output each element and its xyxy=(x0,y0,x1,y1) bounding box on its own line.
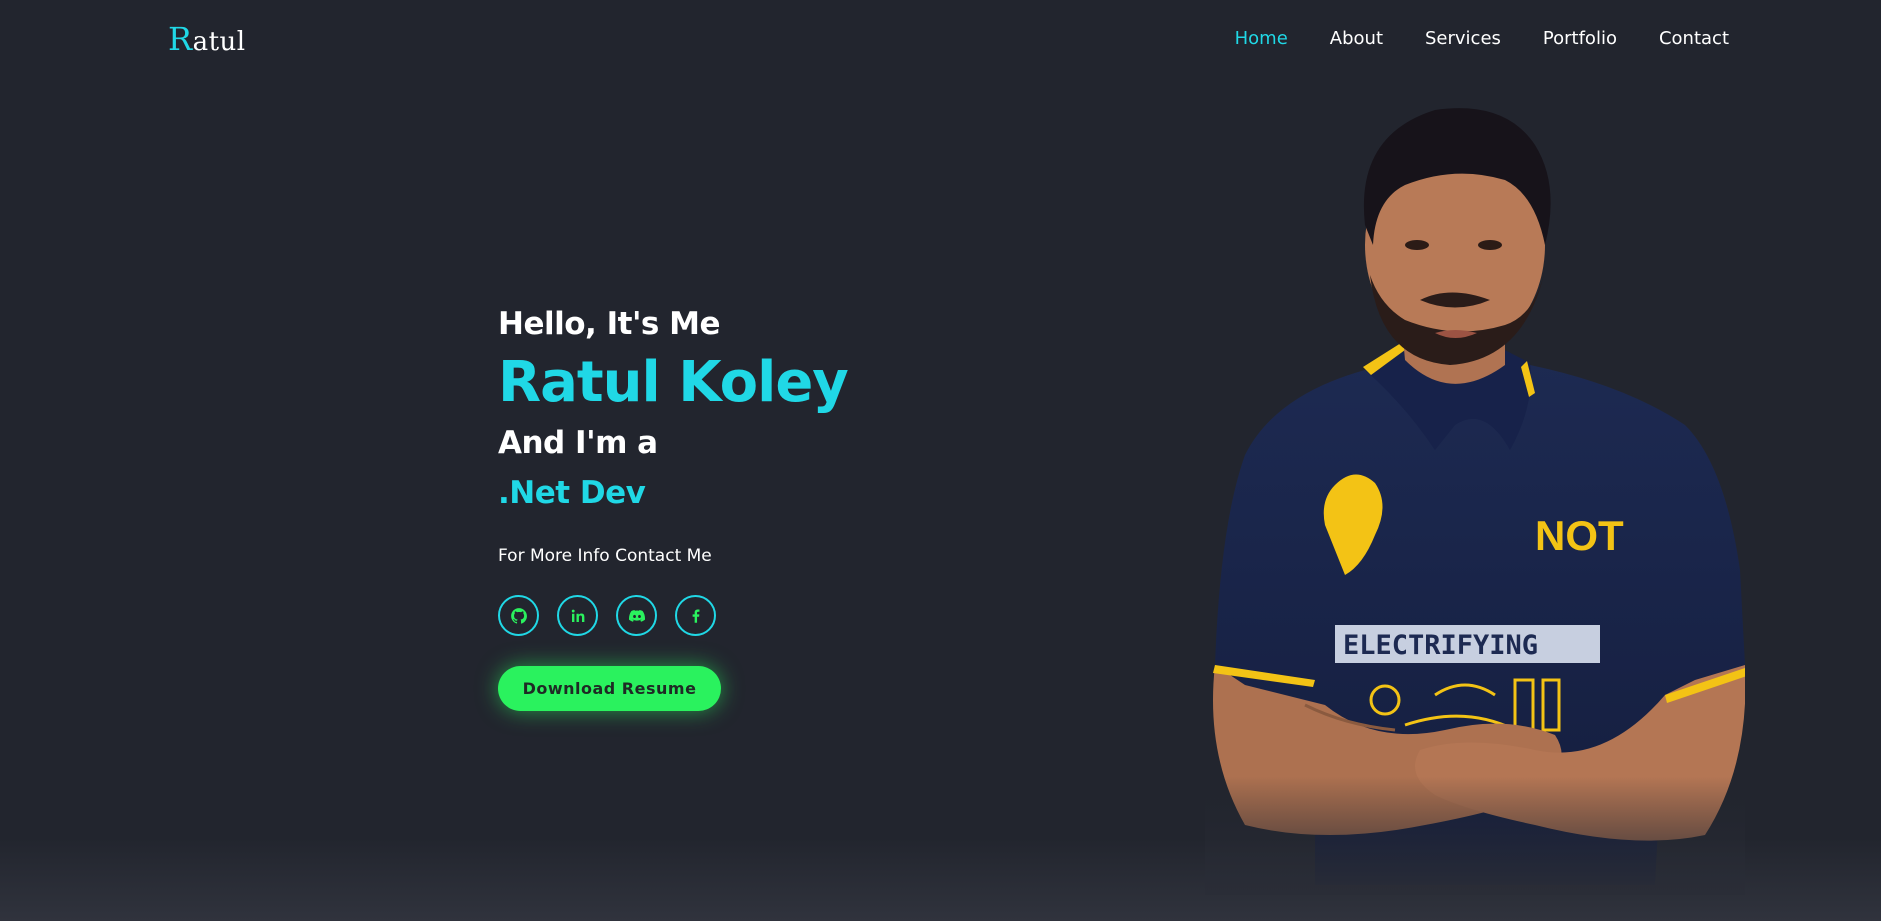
nav-contact[interactable]: Contact xyxy=(1659,28,1729,49)
logo-text: atul xyxy=(192,27,246,57)
main-nav: Home About Services Portfolio Contact xyxy=(1235,28,1729,49)
hero-section: Hello, It's Me Ratul Koley And I'm a .Ne… xyxy=(498,300,1058,711)
github-link[interactable] xyxy=(498,595,539,636)
discord-link[interactable] xyxy=(616,595,657,636)
logo-initial: R xyxy=(168,20,193,58)
nav-portfolio[interactable]: Portfolio xyxy=(1543,28,1617,49)
contact-info-text: For More Info Contact Me xyxy=(498,546,712,566)
greeting-heading: Hello, It's Me xyxy=(498,306,721,342)
name-heading: Ratul Koley xyxy=(498,350,849,415)
discord-icon xyxy=(628,609,645,622)
page: Ratul Home About Services Portfolio Cont… xyxy=(0,0,1881,921)
linkedin-icon xyxy=(571,609,584,622)
role-heading: .Net Dev xyxy=(498,475,646,511)
linkedin-link[interactable] xyxy=(557,595,598,636)
logo[interactable]: Ratul xyxy=(168,20,246,58)
download-resume-button[interactable]: Download Resume xyxy=(498,666,721,711)
social-links xyxy=(498,595,1058,636)
profile-photo: NOT ELECTRIFYING xyxy=(1205,105,1745,895)
nav-services[interactable]: Services xyxy=(1425,28,1501,49)
github-icon xyxy=(510,607,527,624)
nav-home[interactable]: Home xyxy=(1235,28,1288,49)
site-header: Ratul Home About Services Portfolio Cont… xyxy=(0,0,1881,80)
intro-heading: And I'm a xyxy=(498,425,658,461)
nav-about[interactable]: About xyxy=(1330,28,1383,49)
facebook-icon xyxy=(692,608,699,623)
facebook-link[interactable] xyxy=(675,595,716,636)
